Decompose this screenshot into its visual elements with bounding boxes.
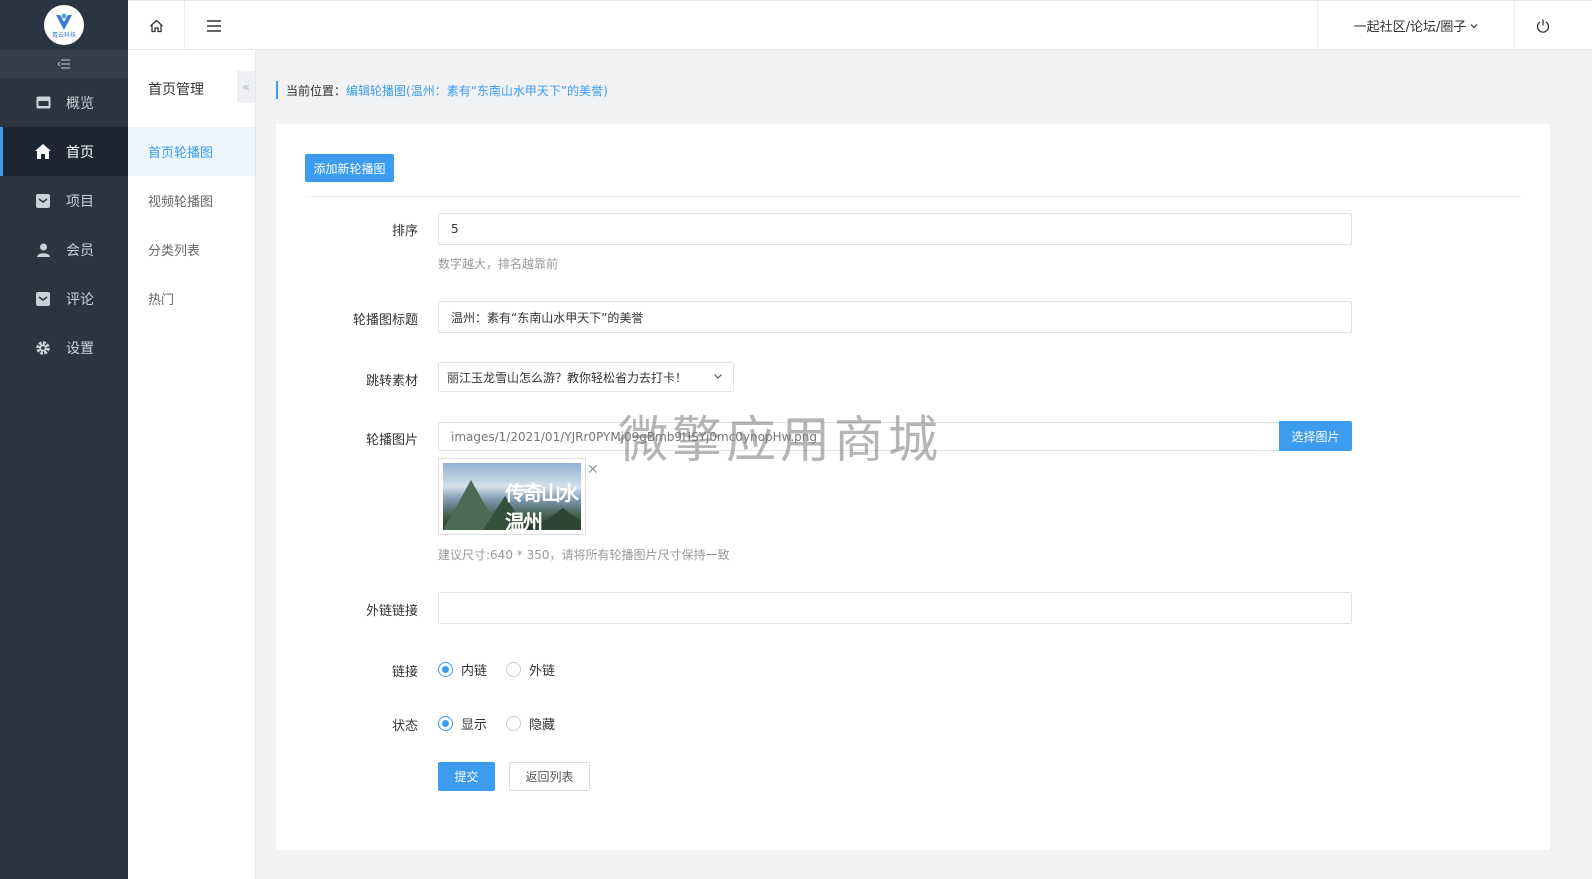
- subnav-item-label: 视频轮播图: [148, 195, 214, 210]
- sidebar-item-comment[interactable]: 评论: [0, 274, 128, 323]
- external-link-label: 外链链接: [365, 604, 418, 619]
- external-link-input[interactable]: [438, 592, 1352, 624]
- radio-label: 内链: [461, 664, 488, 679]
- sidebar-item-label: 首页: [66, 144, 94, 161]
- subnav-item-label: 热门: [148, 293, 175, 308]
- image-help: 建议尺寸:640 * 350，请将所有轮播图片尺寸保持一致: [438, 548, 730, 562]
- breadcrumb: 当前位置： 编辑轮播图(温州：素有“东南山水甲天下”的美誉): [276, 81, 608, 99]
- logo-icon: [56, 13, 72, 30]
- jump-label: 跳转素材: [365, 374, 418, 389]
- image-path-input[interactable]: images/1/2021/01/YJRr0PYMj09gBmb9HSYj0mc…: [438, 422, 1280, 451]
- logo[interactable]: 青云科技: [44, 5, 84, 45]
- sidebar-item-label: 评论: [66, 291, 94, 308]
- remove-image-icon[interactable]: ✕: [587, 462, 599, 478]
- radio-dot: [506, 716, 521, 731]
- subnav-collapse-button[interactable]: «: [237, 71, 255, 103]
- breadcrumb-label: 当前位置：: [286, 83, 347, 98]
- image-preview: 传奇山水温州: [438, 458, 586, 535]
- home-icon: [35, 144, 51, 160]
- home-outline-icon: [149, 19, 163, 32]
- logo-area: 青云科技: [0, 0, 128, 50]
- preview-image: 传奇山水温州: [443, 463, 581, 530]
- subnav-item-hot[interactable]: 热门: [128, 274, 255, 323]
- secondary-sidebar: 首页管理 « 首页轮播图 视频轮播图 分类列表 热门: [128, 50, 256, 879]
- back-to-list-button[interactable]: 返回列表: [509, 762, 590, 791]
- sidebar-item-settings[interactable]: 设置: [0, 323, 128, 372]
- divider: [305, 196, 1521, 197]
- jump-select[interactable]: 丽江玉龙雪山怎么游？教你轻松省力去打卡！: [438, 362, 734, 392]
- subnav-item-home-carousel[interactable]: 首页轮播图: [128, 127, 255, 176]
- subnav-title: 首页管理 «: [128, 50, 255, 127]
- radio-dot: [438, 716, 453, 731]
- chevron-down-icon: [1470, 23, 1478, 28]
- community-dropdown[interactable]: 一起社区/论坛/圈子: [1317, 1, 1515, 50]
- collapse-menu-icon: [57, 59, 70, 69]
- status-radio-hide[interactable]: 隐藏: [506, 714, 555, 733]
- link-radio-internal[interactable]: 内链: [438, 660, 487, 679]
- link-label: 链接: [391, 665, 418, 680]
- subnav-item-video-carousel[interactable]: 视频轮播图: [128, 176, 255, 225]
- subnav-item-label: 首页轮播图: [148, 146, 214, 161]
- menu-toggle-button[interactable]: [185, 1, 242, 50]
- sidebar-item-overview[interactable]: 概览: [0, 78, 128, 127]
- community-label: 一起社区/论坛/圈子: [1353, 20, 1467, 35]
- home-button[interactable]: [128, 1, 185, 50]
- status-label: 状态: [391, 719, 418, 734]
- choose-image-button[interactable]: 选择图片: [1279, 421, 1352, 451]
- link-radio-external[interactable]: 外链: [506, 660, 555, 679]
- status-radio-show[interactable]: 显示: [438, 714, 487, 733]
- submit-button[interactable]: 提交: [438, 762, 495, 791]
- sidebar-collapse-toggle[interactable]: [0, 50, 128, 78]
- top-header: 一起社区/论坛/圈子: [128, 0, 1592, 50]
- sidebar-item-home[interactable]: 首页: [0, 127, 128, 176]
- comment-icon: [35, 291, 51, 307]
- add-carousel-button[interactable]: 添加新轮播图: [305, 154, 394, 182]
- sidebar-item-project[interactable]: 项目: [0, 176, 128, 225]
- sidebar-item-member[interactable]: 会员: [0, 225, 128, 274]
- subnav-title-text: 首页管理: [148, 81, 204, 98]
- edit-form-panel: 添加新轮播图 排序 5 数字越大，排名越靠前 轮播图标题 温州：素有“东南山水甲…: [276, 124, 1550, 850]
- radio-label: 隐藏: [529, 718, 556, 733]
- subnav-item-label: 分类列表: [148, 244, 201, 259]
- user-icon: [35, 242, 51, 258]
- sidebar-item-label: 项目: [66, 193, 94, 210]
- logout-button[interactable]: [1515, 1, 1571, 50]
- hamburger-icon: [206, 19, 221, 32]
- sidebar-item-label: 设置: [66, 340, 94, 357]
- main-sidebar: 青云科技 概览 首页 项目 会员 评论 设置: [0, 0, 128, 879]
- sort-input[interactable]: 5: [438, 213, 1352, 245]
- sidebar-item-label: 会员: [66, 242, 94, 259]
- sidebar-item-label: 概览: [66, 95, 94, 112]
- sort-label: 排序: [391, 224, 418, 239]
- radio-label: 显示: [461, 718, 488, 733]
- gear-icon: [35, 340, 51, 356]
- title-input[interactable]: 温州：素有“东南山水甲天下”的美誉: [438, 301, 1352, 333]
- radio-dot: [506, 662, 521, 677]
- subnav-item-category-list[interactable]: 分类列表: [128, 225, 255, 274]
- sort-help: 数字越大，排名越靠前: [438, 257, 559, 271]
- chevron-down-icon: [714, 374, 722, 379]
- image-label: 轮播图片: [365, 433, 418, 448]
- double-chevron-left-icon: «: [242, 80, 250, 94]
- radio-label: 外链: [529, 664, 556, 679]
- jump-selected-value: 丽江玉龙雪山怎么游？教你轻松省力去打卡！: [447, 370, 688, 385]
- dashboard-icon: [35, 95, 51, 111]
- preview-caption: 传奇山水温州: [505, 481, 579, 530]
- radio-dot: [438, 662, 453, 677]
- logo-text: 青云科技: [51, 31, 76, 39]
- project-icon: [35, 193, 51, 209]
- breadcrumb-current[interactable]: 编辑轮播图(温州：素有“东南山水甲天下”的美誉): [346, 82, 608, 99]
- power-icon: [1536, 19, 1550, 33]
- title-label: 轮播图标题: [352, 313, 418, 328]
